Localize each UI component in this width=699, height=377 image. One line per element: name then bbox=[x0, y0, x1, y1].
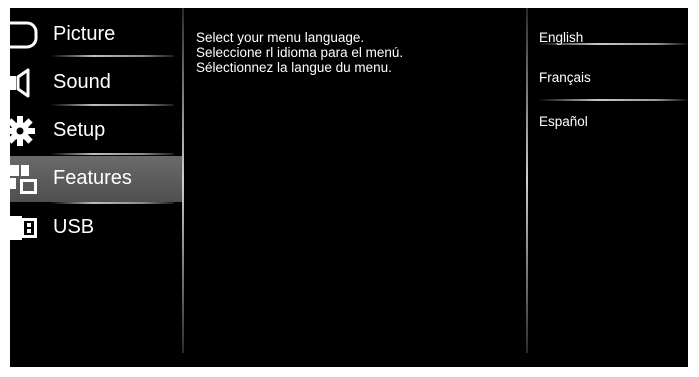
option-label: Français bbox=[539, 70, 591, 85]
menu-item-label: USB bbox=[53, 216, 95, 238]
option-espanol[interactable]: Español bbox=[537, 112, 687, 150]
main-menu: Picture Sound Setup Features USB bbox=[10, 8, 182, 367]
menu-item-label: Features bbox=[53, 167, 132, 189]
menu-item-label: Setup bbox=[53, 119, 106, 141]
option-label: Español bbox=[539, 114, 588, 129]
description-line: Seleccione rl idioma para el menú. bbox=[196, 45, 404, 60]
option-divider bbox=[537, 43, 687, 45]
description-panel: Select your menu language. Seleccione rl… bbox=[196, 30, 403, 75]
osd-screen: Picture Sound Setup Features USB Select … bbox=[10, 8, 688, 367]
menu-divider bbox=[50, 104, 174, 106]
speaker-icon bbox=[10, 67, 42, 99]
menu-item-picture[interactable]: Picture bbox=[10, 12, 182, 58]
features-icon bbox=[10, 163, 42, 195]
gear-icon bbox=[10, 115, 42, 147]
description-line: Sélectionnez la langue du menu. bbox=[196, 60, 392, 75]
menu-item-label: Picture bbox=[53, 23, 116, 45]
menu-item-sound[interactable]: Sound bbox=[10, 60, 182, 106]
option-divider bbox=[537, 99, 687, 101]
menu-item-setup[interactable]: Setup bbox=[10, 108, 182, 154]
menu-item-features[interactable]: Features bbox=[10, 156, 182, 202]
column-divider bbox=[526, 8, 528, 353]
language-options: English Français Español bbox=[535, 8, 688, 367]
menu-divider bbox=[50, 55, 174, 57]
menu-divider bbox=[50, 153, 174, 155]
description-line: Select your menu language. bbox=[196, 30, 365, 45]
menu-divider bbox=[50, 202, 174, 204]
menu-item-usb[interactable]: USB bbox=[10, 205, 182, 251]
picture-icon bbox=[10, 19, 42, 51]
option-english[interactable]: English bbox=[537, 26, 687, 64]
menu-item-label: Sound bbox=[53, 71, 111, 93]
usb-icon bbox=[10, 212, 42, 244]
column-divider bbox=[182, 8, 184, 353]
